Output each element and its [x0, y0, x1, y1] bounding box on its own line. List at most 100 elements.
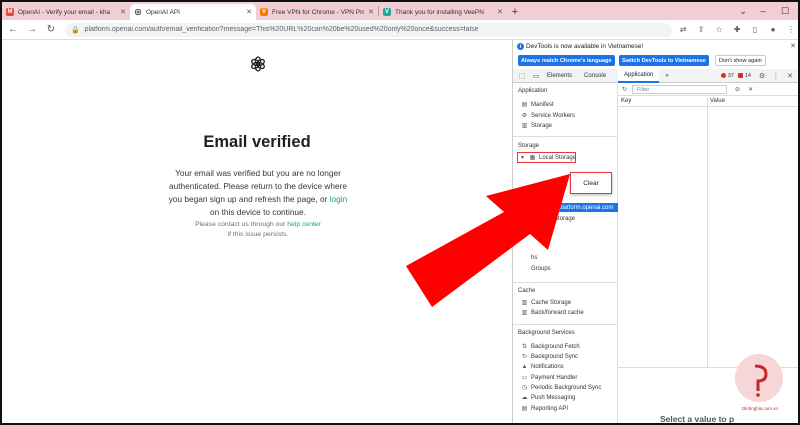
close-icon[interactable]: ✕: [246, 8, 252, 16]
sidebar-item-reporting-api[interactable]: ▤ Reporting API: [521, 405, 569, 413]
message-text: on this device to continue.: [210, 207, 306, 217]
watermark-logo: [735, 354, 783, 402]
login-link[interactable]: login: [330, 194, 348, 204]
context-menu-clear[interactable]: Clear: [570, 172, 612, 194]
browser-tab-openai-api[interactable]: OpenAI API ✕: [130, 4, 256, 20]
new-tab-button[interactable]: +: [507, 4, 523, 20]
database-icon: ▥: [521, 300, 528, 306]
sidebar-item-label: Periodic Background Sync: [531, 384, 602, 391]
sidebar-item-service-workers[interactable]: ⚙ Service Workers: [521, 112, 575, 120]
kebab-menu-icon[interactable]: ⋮: [771, 71, 781, 81]
openai-icon: [134, 8, 142, 16]
sidebar-section-storage: Storage: [518, 143, 540, 149]
swap-arrows-icon: ⇅: [521, 344, 528, 350]
gear-icon[interactable]: ⚙: [757, 71, 767, 81]
devtools-language-banner: i DevTools is now available in Vietnames…: [513, 40, 798, 68]
share-icon[interactable]: ⇪: [694, 23, 708, 37]
inspect-element-icon[interactable]: ⬚: [517, 71, 527, 81]
watermark-text: Dinhnghia.com.vn: [741, 406, 779, 411]
sidebar-item-background-fetch[interactable]: ⇅ Background Fetch: [521, 343, 580, 351]
dont-show-again-button[interactable]: Don't show again: [715, 55, 766, 66]
vpn-icon: V: [260, 8, 268, 16]
sidebar-item-partial[interactable]: Groups: [531, 266, 551, 272]
sidebar-item-label: https://platform.openai.com: [541, 204, 614, 211]
clear-all-icon[interactable]: ⊘: [735, 86, 740, 93]
match-language-button[interactable]: Always match Chrome's language: [518, 55, 615, 66]
filter-input[interactable]: Filter: [632, 85, 728, 94]
reload-icon[interactable]: ↻: [43, 22, 59, 38]
help-center-link[interactable]: help center: [287, 221, 321, 228]
sidebar-item-origin[interactable]: ▦ https://platform.openai.com: [521, 203, 618, 212]
sidebar-item-storage[interactable]: ▥ Storage: [521, 122, 552, 130]
gmail-icon: M: [6, 8, 14, 16]
cloud-icon: ☁: [521, 395, 528, 401]
grid-icon: ▦: [531, 205, 537, 211]
sidebar-item-session-storage[interactable]: ▸ Session Storage: [521, 215, 575, 223]
switch-language-button[interactable]: Switch DevTools to Vietnamese: [619, 55, 709, 66]
storage-table-header: Key Value: [618, 97, 798, 107]
translate-icon[interactable]: ⇄: [676, 23, 690, 37]
verification-message: Your email was verified but you are no l…: [165, 167, 351, 219]
menu-kebab-icon[interactable]: ⋮: [784, 23, 798, 37]
screenshot-frame: M OpenAI - Verify your email - kha ✕ Ope…: [0, 0, 800, 425]
clock-icon: ◷: [521, 385, 528, 391]
maximize-icon[interactable]: ☐: [774, 2, 796, 20]
profile-icon[interactable]: ●: [766, 23, 780, 37]
sidebar-item-push-messaging[interactable]: ☁ Push Messaging: [521, 394, 576, 402]
sidebar-item-label: Groups: [531, 266, 551, 272]
sidebar-item-bfcache[interactable]: ▥ Back/forward cache: [521, 309, 584, 317]
close-devtools-icon[interactable]: ✕: [785, 71, 795, 81]
device-toolbar-icon[interactable]: ▭: [531, 71, 541, 81]
sidebar-item-cache-storage[interactable]: ▥ Cache Storage: [521, 299, 571, 307]
forward-icon[interactable]: →: [24, 22, 40, 38]
sidebar-item-manifest[interactable]: ▤ Manifest: [521, 101, 554, 109]
sidebar-item-periodic-sync[interactable]: ◷ Periodic Background Sync: [521, 384, 602, 392]
lock-icon: 🔒: [70, 26, 80, 34]
sidebar-item-payment-handler[interactable]: ▭ Payment Handler: [521, 374, 578, 382]
contact-message: Please contact us through our help cente…: [172, 220, 344, 240]
sidebar-item-background-sync[interactable]: ↻ Background Sync: [521, 353, 578, 361]
tab-elements[interactable]: Elements: [541, 69, 578, 83]
sidebar-item-notifications[interactable]: ▲ Notifications: [521, 363, 564, 370]
address-bar[interactable]: 🔒 platform.openai.com/auth/email_verific…: [64, 22, 673, 37]
application-sidebar: Application ▤ Manifest ⚙ Service Workers ▥…: [513, 84, 618, 423]
expand-triangle-icon: ▸: [522, 216, 526, 222]
column-header-value[interactable]: Value: [710, 98, 725, 104]
tab-console[interactable]: Console: [578, 69, 612, 83]
message-text: Your email was verified but you are no l…: [168, 168, 348, 204]
minimize-icon[interactable]: –: [752, 2, 774, 20]
contact-text: Please contact us through our: [195, 221, 288, 228]
sidebar-divider: [513, 282, 618, 283]
error-icon: [720, 73, 726, 78]
banner-text: DevTools is now available in Vietnamese!: [526, 43, 644, 50]
bell-icon: ▲: [521, 363, 528, 370]
delete-selected-icon[interactable]: ✕: [748, 86, 753, 93]
tab-application[interactable]: Application: [618, 68, 660, 83]
more-tabs-button[interactable]: »: [659, 69, 674, 83]
devtools-tab-bar: ⬚ ▭ Elements Console Application » 37 14…: [513, 68, 798, 83]
browser-tab-free-vpn[interactable]: V Free VPN for Chrome - VPN Prox ✕: [256, 4, 378, 20]
browser-tab-strip: M OpenAI - Verify your email - kha ✕ Ope…: [2, 2, 798, 20]
bookmark-star-icon[interactable]: ☆: [712, 23, 726, 37]
sidebar-item-label: Reporting API: [531, 405, 569, 412]
storage-filter-bar: ↻ Filter ⊘ ✕: [618, 84, 798, 96]
browser-tab-veepn[interactable]: V Thank you for installing VeePN ✕: [379, 4, 507, 20]
close-icon[interactable]: ✕: [497, 8, 503, 16]
extensions-puzzle-icon[interactable]: ✚: [730, 23, 744, 37]
refresh-icon[interactable]: ↻: [622, 86, 627, 93]
sidebar-item-label: Background Fetch: [531, 343, 580, 350]
warning-count-badge[interactable]: 14: [737, 73, 751, 79]
browser-tab-verify-email[interactable]: M OpenAI - Verify your email - kha ✕: [2, 4, 130, 20]
error-count-badge[interactable]: 37: [720, 73, 734, 79]
file-icon: ▤: [521, 102, 528, 108]
sidebar-item-partial[interactable]: hs: [531, 255, 537, 261]
info-icon: i: [517, 43, 524, 50]
browser-toolbar: ← → ↻ 🔒 platform.openai.com/auth/email_v…: [2, 20, 798, 40]
sidebar-icon[interactable]: ▯: [748, 23, 762, 37]
column-header-key[interactable]: Key: [621, 98, 631, 104]
close-icon[interactable]: ✕: [790, 42, 796, 50]
back-icon[interactable]: ←: [5, 22, 21, 38]
close-icon[interactable]: ✕: [120, 8, 126, 16]
close-icon[interactable]: ✕: [368, 8, 374, 16]
tab-search-icon[interactable]: ⌄: [732, 2, 754, 20]
